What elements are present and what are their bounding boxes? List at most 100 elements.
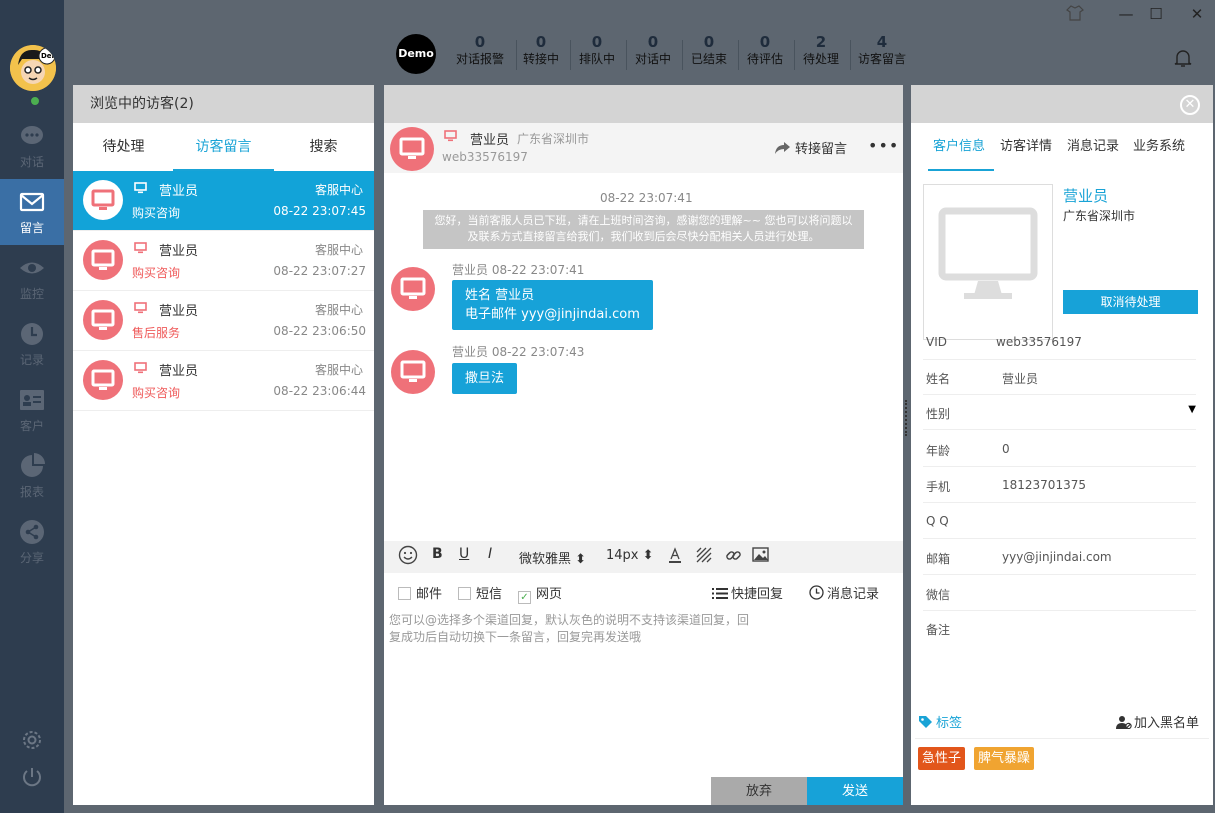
stat-num: 0 — [474, 33, 486, 51]
font-family-select[interactable]: 微软雅黑 ⬍ — [519, 548, 586, 567]
tag-chip[interactable]: 急性子 — [918, 747, 966, 770]
message-history-button[interactable]: 消息记录 — [809, 583, 879, 602]
stat-divider — [738, 40, 739, 70]
stat-dialog-alert[interactable]: 0 对话报警 — [448, 33, 512, 67]
link-icon[interactable] — [725, 547, 742, 564]
background-color-icon[interactable] — [696, 547, 712, 563]
maximize-button[interactable]: ☐ — [1146, 4, 1166, 24]
tab-visitor-details[interactable]: 访客详情 — [1000, 123, 1052, 171]
stat-label: 待评估 — [746, 52, 783, 66]
system-message: 您好，当前客服人员已下班，请在上班时间咨询，感谢您的理解~~ 您也可以将问题以及… — [423, 210, 864, 249]
visitor-avatar — [83, 360, 123, 400]
send-button[interactable]: 发送 — [807, 777, 903, 805]
visitor-topic: 购买咨询 — [132, 266, 181, 280]
message-bubble: 姓名 营业员 电子邮件 yyy@jinjindai.com — [452, 280, 653, 330]
nav-item-messages[interactable]: 留言 — [0, 179, 64, 245]
text-color-icon[interactable] — [668, 547, 682, 564]
field-age[interactable]: 年龄 0 — [923, 431, 1196, 467]
desktop-icon — [134, 182, 147, 194]
nav-label-monitor: 监控 — [19, 287, 44, 301]
font-size-select[interactable]: 14px ⬍ — [606, 548, 654, 563]
monitor-icon — [91, 189, 115, 210]
field-key: 年龄 — [926, 444, 951, 458]
nav-item-chat[interactable]: 对话 — [0, 113, 64, 179]
minimize-button[interactable]: — — [1116, 4, 1136, 24]
close-window-button[interactable]: ✕ — [1187, 4, 1207, 24]
stat-pending[interactable]: 2 待处理 — [798, 33, 844, 67]
dropdown-arrow-icon[interactable]: ▼ — [1188, 404, 1196, 415]
channel-label: 短信 — [476, 587, 503, 602]
stat-label: 待处理 — [802, 52, 839, 66]
cancel-pending-button[interactable]: 取消待处理 — [1063, 290, 1198, 314]
skin-shirt-icon[interactable] — [1066, 4, 1084, 22]
nav-item-records[interactable]: 记录 — [0, 311, 64, 377]
stat-label: 对话报警 — [455, 52, 504, 66]
emoji-smiley-icon[interactable] — [398, 545, 418, 565]
quick-reply-button[interactable]: 快捷回复 — [712, 583, 783, 602]
tab-search[interactable]: 搜索 — [273, 123, 374, 171]
tag-chip[interactable]: 脾气暴躁 — [974, 747, 1035, 770]
chat-visitor-avatar — [390, 127, 434, 171]
channel-email-checkbox[interactable]: 邮件 — [398, 583, 442, 602]
tags-label: 标签 — [936, 716, 963, 731]
visitor-row[interactable]: 营业员 购买咨询 客服中心 08-22 23:07:45 — [73, 171, 374, 231]
stat-ended[interactable]: 0 已结束 — [686, 33, 732, 67]
stat-queued[interactable]: 0 排队中 — [574, 33, 620, 67]
transfer-label: 转接留言 — [795, 142, 848, 157]
quick-reply-label: 快捷回复 — [731, 587, 784, 602]
stat-transferring[interactable]: 0 转接中 — [518, 33, 564, 67]
stat-in-dialog[interactable]: 0 对话中 — [630, 33, 676, 67]
channel-sms-checkbox[interactable]: 短信 — [458, 583, 502, 602]
reply-input[interactable]: 您可以@选择多个渠道回复，默认灰色的说明不支持该渠道回复，回复成功后自动切换下一… — [389, 612, 749, 646]
bell-icon[interactable] — [1173, 48, 1193, 68]
close-icon[interactable]: ✕ — [1180, 95, 1200, 115]
italic-button[interactable]: I — [488, 546, 492, 562]
field-key: 邮箱 — [926, 552, 951, 566]
visitor-row[interactable]: 营业员 购买咨询 客服中心 08-22 23:07:27 — [73, 231, 374, 291]
field-gender[interactable]: 性别 ▼ — [923, 394, 1196, 430]
tab-customer-info[interactable]: 客户信息 — [933, 123, 985, 171]
transfer-message-button[interactable]: 转接留言 — [774, 138, 847, 157]
image-icon[interactable] — [752, 547, 769, 562]
field-key: 姓名 — [926, 372, 951, 386]
underline-button[interactable]: U — [459, 546, 469, 562]
power-icon[interactable] — [20, 765, 44, 789]
discard-button[interactable]: 放弃 — [711, 777, 807, 805]
field-key: VID — [926, 335, 947, 349]
panel-resize-handle[interactable] — [905, 400, 908, 436]
more-options-button[interactable]: ••• — [868, 136, 899, 155]
field-email[interactable]: 邮箱 yyy@jinjindai.com — [923, 539, 1196, 575]
channel-web-checkbox[interactable]: ✓ 网页 — [518, 583, 562, 604]
stat-visitor-messages[interactable]: 4 访客留言 — [854, 33, 910, 67]
stat-num: 2 — [815, 33, 827, 51]
nav-label-messages: 留言 — [19, 221, 44, 235]
visitor-name: 营业员 — [159, 364, 199, 379]
tab-visitor-messages[interactable]: 访客留言 — [173, 123, 274, 171]
tab-message-records[interactable]: 消息记录 — [1067, 123, 1119, 171]
stat-divider — [850, 40, 851, 70]
add-blacklist-button[interactable]: 加入黑名单 — [1116, 712, 1199, 731]
visitor-row[interactable]: 营业员 售后服务 客服中心 08-22 23:06:50 — [73, 291, 374, 351]
visitor-row[interactable]: 营业员 购买咨询 客服中心 08-22 23:06:44 — [73, 351, 374, 411]
visitor-time: 08-22 23:07:27 — [273, 264, 366, 278]
settings-gear-icon[interactable] — [20, 728, 44, 752]
tab-pending[interactable]: 待处理 — [73, 123, 174, 171]
nav-item-reports[interactable]: 报表 — [0, 443, 64, 509]
pie-chart-icon — [21, 453, 45, 477]
stat-label: 访客留言 — [857, 52, 906, 66]
monitor-icon — [91, 309, 115, 330]
nav-item-share[interactable]: 分享 — [0, 509, 64, 575]
field-name[interactable]: 姓名 营业员 — [923, 359, 1196, 395]
agent-avatar[interactable]: Demo — [10, 45, 56, 91]
tab-business-system[interactable]: 业务系统 — [1133, 123, 1185, 171]
field-wechat[interactable]: 微信 — [923, 575, 1196, 611]
bold-button[interactable]: B — [432, 546, 443, 562]
field-value: web33576197 — [996, 335, 1082, 349]
stat-to-evaluate[interactable]: 0 待评估 — [742, 33, 788, 67]
field-qq[interactable]: Q Q — [923, 503, 1196, 539]
message-meta: 营业员 08-22 23:07:43 — [452, 345, 585, 359]
nav-item-monitor[interactable]: 监控 — [0, 245, 64, 311]
field-phone[interactable]: 手机 18123701375 — [923, 467, 1196, 503]
nav-item-customers[interactable]: 客户 — [0, 377, 64, 443]
field-remark[interactable]: 备注 — [923, 610, 1196, 646]
